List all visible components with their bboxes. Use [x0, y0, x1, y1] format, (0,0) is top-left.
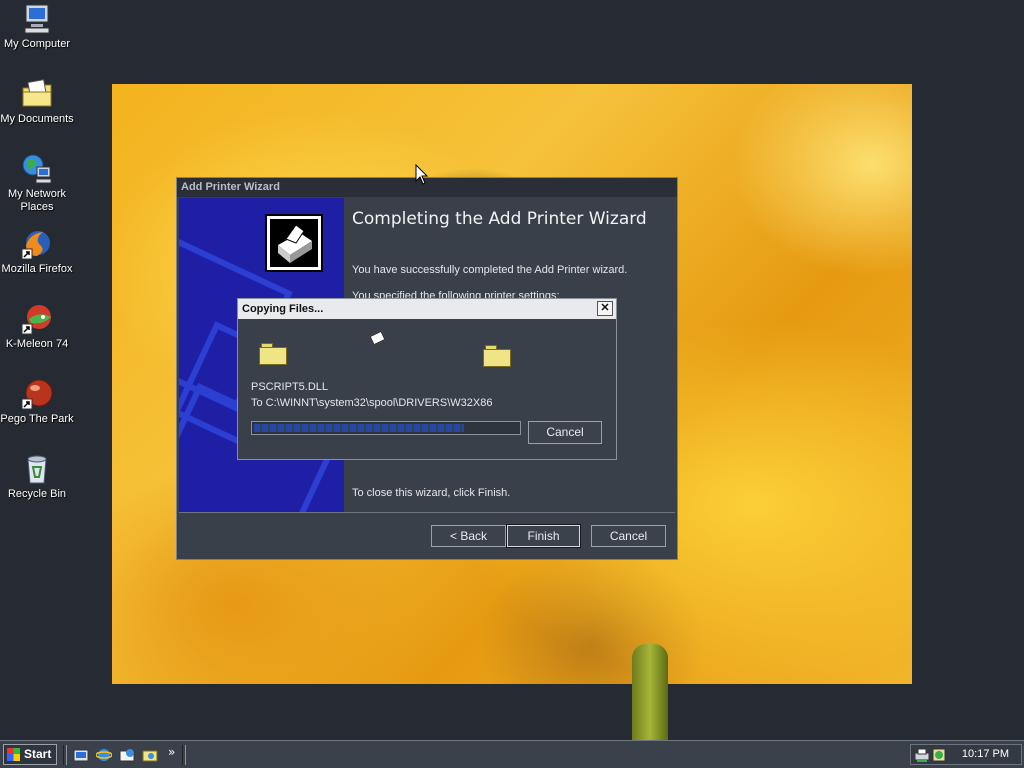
wizard-cancel-button[interactable]: Cancel	[591, 525, 666, 547]
desktop-icon-label: My Network Places	[7, 188, 67, 213]
start-button[interactable]: Start	[3, 744, 57, 765]
desktop-icon-k-meleon[interactable]: K-Meleon 74	[0, 303, 74, 351]
recycle-bin-icon	[21, 453, 53, 485]
network-globe-icon	[21, 153, 53, 185]
copy-cancel-button[interactable]: Cancel	[528, 421, 602, 444]
desktop-icon-mozilla-firefox[interactable]: Mozilla Firefox	[0, 228, 74, 276]
source-folder-icon	[259, 343, 287, 365]
mouse-pointer-icon	[415, 164, 429, 185]
k-meleon-icon	[21, 303, 53, 335]
progress-fill	[254, 424, 465, 432]
taskbar-divider	[63, 745, 67, 765]
media-folder-icon[interactable]	[142, 747, 158, 763]
wizard-separator	[179, 512, 675, 513]
start-label: Start	[24, 747, 52, 761]
desktop-icon-my-documents[interactable]: My Documents	[0, 78, 74, 126]
desktop-icon-label: Recycle Bin	[7, 488, 67, 500]
desktop-icon-label: Pego The Park	[0, 413, 74, 425]
windows-flag-icon	[7, 748, 20, 761]
copy-filename: PSCRIPT5.DLL	[251, 381, 329, 393]
finish-button[interactable]: Finish	[506, 524, 581, 548]
destination-folder-icon	[483, 345, 511, 367]
internet-explorer-icon[interactable]	[96, 747, 112, 763]
wizard-heading: Completing the Add Printer Wizard	[352, 209, 647, 229]
wizard-success-text: You have successfully completed the Add …	[352, 264, 628, 276]
copy-dialog-title-bar[interactable]: Copying Files... ✕	[238, 299, 616, 319]
copying-files-dialog[interactable]: Copying Files... ✕ PSCRIPT5.DLL To C:\WI…	[237, 298, 617, 460]
desktop-icon-my-computer[interactable]: My Computer	[0, 3, 74, 51]
desktop-icon-recycle-bin[interactable]: Recycle Bin	[0, 453, 74, 501]
printer-tray-icon[interactable]	[914, 747, 930, 763]
documents-folder-icon	[21, 78, 53, 110]
taskbar: Start » 10:17 PM	[0, 740, 1024, 768]
flying-document-icon	[369, 330, 386, 346]
copy-dialog-title: Copying Files...	[242, 303, 324, 315]
desktop-icon-label: K-Meleon 74	[5, 338, 69, 350]
security-shield-icon[interactable]	[931, 747, 947, 763]
desktop-icon-pego-the-park[interactable]: Pego The Park	[0, 378, 74, 426]
copy-destination: To C:\WINNT\system32\spool\DRIVERS\W32X8…	[251, 397, 493, 409]
firefox-icon	[21, 228, 53, 260]
desktop-icon-label: Mozilla Firefox	[1, 263, 73, 275]
taskbar-divider	[182, 745, 186, 765]
wizard-close-text: To close this wizard, click Finish.	[352, 487, 511, 499]
printer-icon	[265, 214, 323, 272]
desktop-icon-label: My Documents	[0, 113, 74, 125]
desktop-icon-my-network-places[interactable]: My Network Places	[0, 153, 74, 214]
close-icon[interactable]: ✕	[597, 301, 613, 316]
clock[interactable]: 10:17 PM	[962, 745, 1009, 764]
system-tray: 10:17 PM	[910, 744, 1022, 765]
quick-launch-chevron[interactable]: »	[168, 745, 175, 759]
computer-icon	[21, 3, 53, 35]
show-desktop-icon[interactable]	[73, 747, 89, 763]
pego-ball-icon	[21, 378, 53, 410]
desktop-icon-label: My Computer	[3, 38, 71, 50]
copy-progress-bar	[251, 421, 521, 435]
back-button[interactable]: < Back	[431, 525, 506, 547]
outlook-express-icon[interactable]	[119, 747, 135, 763]
